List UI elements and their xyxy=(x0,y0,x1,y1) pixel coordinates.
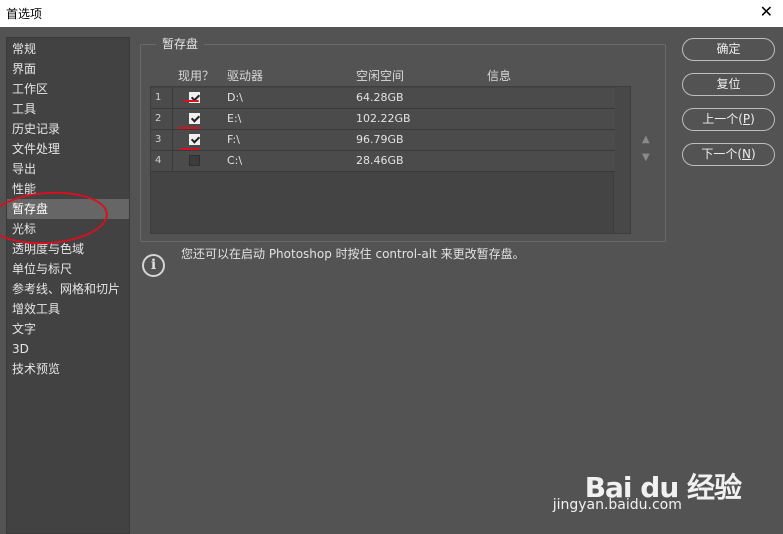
group-title: 暂存盘 xyxy=(156,35,205,52)
annotation-underline xyxy=(180,148,200,150)
annotation-underline xyxy=(178,127,200,129)
sidebar-item[interactable]: 界面 xyxy=(7,59,129,79)
next-hotkey: N xyxy=(742,147,751,161)
free-space-cell: 102.22GB xyxy=(356,112,411,125)
table-row[interactable]: 4 C:\ 28.46GB xyxy=(151,151,615,172)
next-paren: ) xyxy=(750,147,756,161)
sidebar-item[interactable]: 工作区 xyxy=(7,79,129,99)
row-number: 1 xyxy=(151,88,173,108)
sidebar-item[interactable]: 3D xyxy=(7,339,129,359)
next-button[interactable]: 下一个(N) xyxy=(682,143,775,166)
free-space-cell: 96.79GB xyxy=(356,133,404,146)
move-down-icon[interactable]: ▼ xyxy=(642,152,650,163)
column-header-free: 空闲空间 xyxy=(356,69,405,83)
title-bar: 首选项 ✕ xyxy=(0,0,783,27)
previous-paren: ) xyxy=(750,112,755,126)
active-checkbox[interactable] xyxy=(189,134,200,145)
sidebar: 常规 界面 工作区 工具 历史记录 文件处理 导出 性能 暂存盘 光标 透明度与色域 单位与标尺 参考线… xyxy=(6,37,130,534)
drive-cell: D:\ xyxy=(227,91,243,104)
previous-label: 上一个( xyxy=(702,112,743,126)
previous-button[interactable]: 上一个(P) xyxy=(682,108,775,131)
row-number: 4 xyxy=(151,151,173,171)
table-row[interactable]: 1 D:\ 64.28GB xyxy=(151,88,615,109)
ok-button[interactable]: 确定 xyxy=(682,38,775,61)
watermark: Bai du 经验 jingyan.baidu.com xyxy=(553,466,742,513)
sidebar-item[interactable]: 增效工具 xyxy=(7,299,129,319)
table-scrollbar[interactable] xyxy=(613,87,630,233)
sidebar-item[interactable]: 文件处理 xyxy=(7,139,129,159)
sidebar-item[interactable]: 历史记录 xyxy=(7,119,129,139)
reset-button[interactable]: 复位 xyxy=(682,73,775,96)
sidebar-item[interactable]: 单位与标尺 xyxy=(7,259,129,279)
row-number: 2 xyxy=(151,109,173,129)
column-header-active: 现用？ xyxy=(178,69,215,83)
drive-cell: F:\ xyxy=(227,133,240,146)
free-space-cell: 64.28GB xyxy=(356,91,404,104)
sidebar-item[interactable]: 技术预览 xyxy=(7,359,129,379)
drive-cell: C:\ xyxy=(227,154,243,167)
info-icon: i xyxy=(142,254,165,277)
row-number: 3 xyxy=(151,130,173,150)
move-up-icon[interactable]: ▲ xyxy=(642,134,650,145)
info-text: 您还可以在启动 Photoshop 时按住 control-alt 来更改暂存盘… xyxy=(181,247,525,261)
active-checkbox[interactable] xyxy=(189,113,200,124)
column-header-info: 信息 xyxy=(487,69,512,83)
table-row[interactable]: 3 F:\ 96.79GB xyxy=(151,130,615,151)
sidebar-item[interactable]: 工具 xyxy=(7,99,129,119)
watermark-url: jingyan.baidu.com xyxy=(552,497,682,513)
sidebar-item[interactable]: 常规 xyxy=(7,39,129,59)
drive-cell: E:\ xyxy=(227,112,242,125)
sidebar-item[interactable]: 导出 xyxy=(7,159,129,179)
sidebar-item[interactable]: 文字 xyxy=(7,319,129,339)
close-icon[interactable]: ✕ xyxy=(760,2,773,21)
free-space-cell: 28.46GB xyxy=(356,154,404,167)
sidebar-item[interactable]: 参考线、网格和切片 xyxy=(7,279,129,299)
column-header-drive: 驱动器 xyxy=(227,69,264,83)
window-title: 首选项 xyxy=(6,7,43,21)
next-label: 下一个( xyxy=(701,147,742,161)
table-row[interactable]: 2 E:\ 102.22GB xyxy=(151,109,615,130)
annotation-underline xyxy=(183,100,199,102)
active-checkbox[interactable] xyxy=(189,155,200,166)
scratch-disk-table: 1 D:\ 64.28GB 2 E:\ 102.22GB 3 F:\ 96.79GB 4 C:\ 28… xyxy=(150,86,631,234)
